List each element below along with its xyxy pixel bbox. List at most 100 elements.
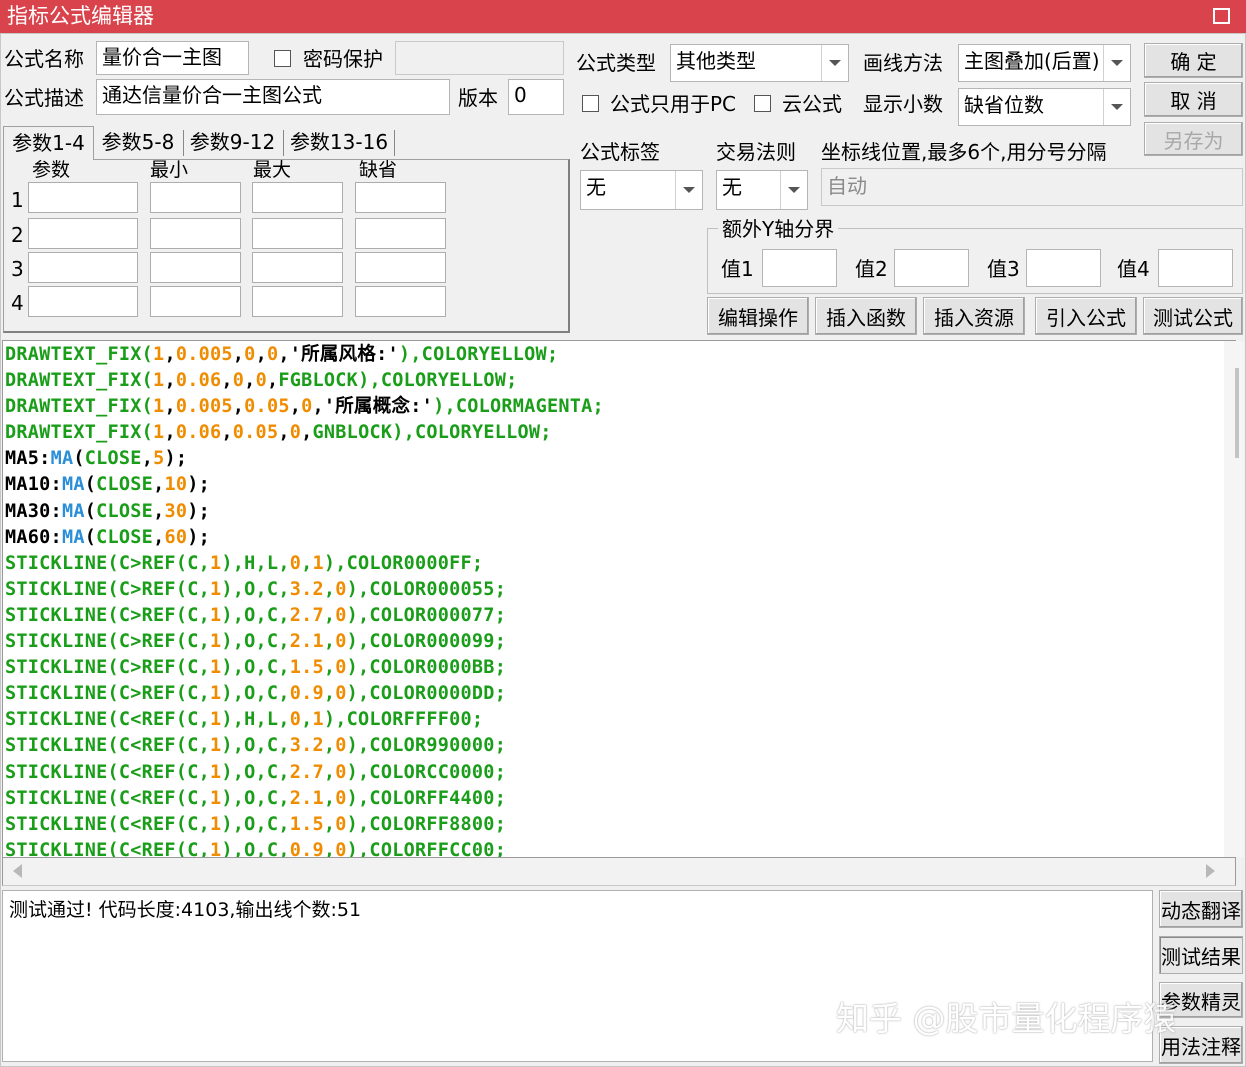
code-token: 2.1 (289, 787, 324, 809)
version-input[interactable]: 0 (508, 79, 564, 115)
code-token: ),COLOR000077; (346, 604, 507, 626)
formula-name-input[interactable]: 量价合一主图 (96, 41, 249, 75)
ok-button[interactable]: 确 定 (1144, 43, 1243, 78)
code-token: ),COLOR0000DD; (346, 683, 507, 705)
chevron-down-icon[interactable] (821, 45, 848, 81)
formula-type-select[interactable]: 其他类型 (670, 44, 849, 82)
decimals-value: 缺省位数 (964, 93, 1044, 117)
code-line: STICKLINE(C>REF(C,1),H,L,0,1),COLOR0000F… (5, 551, 604, 577)
code-token: ),O,C, (221, 839, 290, 858)
save-as-button[interactable]: 另存为 (1144, 122, 1243, 156)
edit-operations-button[interactable]: 编辑操作 (707, 297, 809, 335)
param-3-max-input[interactable] (252, 252, 343, 283)
dynamic-translate-button[interactable]: 动态翻译 (1159, 890, 1243, 928)
code-token: MA60: (5, 526, 62, 548)
param-3-default-input[interactable] (355, 252, 446, 283)
maximize-icon[interactable] (1213, 8, 1230, 24)
import-formula-button[interactable]: 引入公式 (1035, 297, 1137, 335)
param-2-max-input[interactable] (252, 218, 343, 249)
param-2-default-input[interactable] (355, 218, 446, 249)
code-token: , (301, 422, 313, 444)
param-1-name-input[interactable] (28, 182, 138, 213)
code-token: , (244, 370, 256, 392)
tab-params-5-8[interactable]: 参数5-8 (97, 126, 179, 160)
code-token: , (323, 578, 336, 600)
code-line: STICKLINE(C>REF(C,1),O,C,3.2,0),COLOR000… (5, 577, 604, 603)
code-token: 0 (266, 344, 279, 365)
code-line: DRAWTEXT_FIX(1,0.005,0.05,0,'所属概念:'),COL… (5, 394, 604, 420)
param-1-default-input[interactable] (355, 182, 446, 213)
code-token: 0 (289, 552, 302, 574)
cloud-label: 云公式 (782, 92, 842, 116)
code-token: STICKLINE(C>REF(C, (5, 683, 210, 705)
cancel-button[interactable]: 取 消 (1144, 82, 1243, 117)
param-3-name-input[interactable] (28, 252, 138, 283)
param-4-max-input[interactable] (252, 286, 343, 317)
cloud-checkbox[interactable] (754, 95, 771, 112)
draw-method-select[interactable]: 主图叠加(后置) (958, 44, 1131, 82)
test-result-button[interactable]: 测试结果 (1159, 936, 1243, 974)
tab-params-1-4[interactable]: 参数1-4 (3, 126, 94, 160)
code-token: 0 (335, 604, 347, 626)
code-token: , (312, 396, 324, 418)
scroll-left-icon[interactable] (13, 864, 22, 878)
code-token: , (278, 344, 290, 365)
code-token: ),COLORFF8800; (346, 813, 507, 835)
param-4-name-input[interactable] (28, 286, 138, 317)
pc-only-checkbox[interactable] (582, 95, 599, 112)
code-token: ),O,C, (221, 813, 290, 835)
decimals-select[interactable]: 缺省位数 (958, 88, 1131, 126)
code-token: DRAWTEXT_FIX( (5, 370, 154, 392)
formula-desc-input[interactable]: 通达信量价合一主图公式 (96, 79, 450, 115)
formula-tag-label: 公式标签 (580, 140, 660, 164)
vertical-scrollbar[interactable] (1224, 341, 1244, 857)
horizontal-scrollbar[interactable] (2, 858, 1236, 886)
param-4-default-input[interactable] (355, 286, 446, 317)
param-4-min-input[interactable] (150, 286, 241, 317)
code-token: MA (50, 448, 74, 470)
chevron-down-icon[interactable] (675, 171, 702, 209)
code-token: 2.7 (289, 761, 324, 783)
param-header-max: 最大 (253, 159, 292, 181)
extra-y-axis-label: 额外Y轴分界 (718, 216, 839, 242)
y-value-4-input[interactable] (1158, 249, 1233, 287)
tab-divider (283, 130, 284, 156)
chevron-down-icon[interactable] (1103, 89, 1130, 125)
param-2-min-input[interactable] (150, 218, 241, 249)
code-token: 1 (209, 683, 222, 705)
tab-params-9-12[interactable]: 参数9-12 (187, 126, 278, 160)
code-token: 0.06 (175, 370, 222, 392)
code-line: MA10:MA(CLOSE,10); (5, 472, 604, 498)
param-1-min-input[interactable] (150, 182, 241, 213)
tab-divider (394, 130, 395, 156)
code-token: , (221, 422, 233, 444)
param-1-max-input[interactable] (252, 182, 343, 213)
code-token: '所属概念:' (323, 396, 434, 418)
code-line: DRAWTEXT_FIX(1,0.06,0.05,0,GNBLOCK),COLO… (5, 420, 604, 446)
vertical-scroll-thumb[interactable] (1235, 368, 1239, 458)
test-formula-button[interactable]: 测试公式 (1143, 297, 1243, 335)
code-token: 0 (255, 370, 267, 392)
trade-rule-select[interactable]: 无 (716, 170, 808, 210)
chevron-down-icon[interactable] (780, 171, 807, 209)
y-value-1-input[interactable] (762, 249, 837, 287)
code-token: , (153, 526, 165, 548)
formula-tag-select[interactable]: 无 (580, 170, 703, 210)
password-checkbox[interactable] (274, 50, 291, 67)
test-output-text: 测试通过! 代码长度:4103,输出线个数:51 (9, 899, 362, 921)
code-token: 0 (335, 839, 347, 858)
param-2-name-input[interactable] (28, 218, 138, 249)
insert-function-button[interactable]: 插入函数 (815, 297, 917, 335)
password-input[interactable] (395, 41, 564, 75)
y-value-3-input[interactable] (1026, 249, 1101, 287)
code-token: 1 (209, 813, 222, 835)
chevron-down-icon[interactable] (1103, 45, 1130, 81)
scroll-right-icon[interactable] (1206, 864, 1215, 878)
param-3-min-input[interactable] (150, 252, 241, 283)
coord-line-input[interactable]: 自动 (821, 168, 1243, 206)
tab-params-13-16[interactable]: 参数13-16 (287, 126, 391, 160)
y-value-2-input[interactable] (894, 249, 969, 287)
code-editor[interactable]: DRAWTEXT_FIX(1,0.005,0,0,'所属风格:'),COLORY… (2, 340, 1236, 858)
code-token: , (323, 787, 336, 809)
insert-resource-button[interactable]: 插入资源 (923, 297, 1025, 335)
